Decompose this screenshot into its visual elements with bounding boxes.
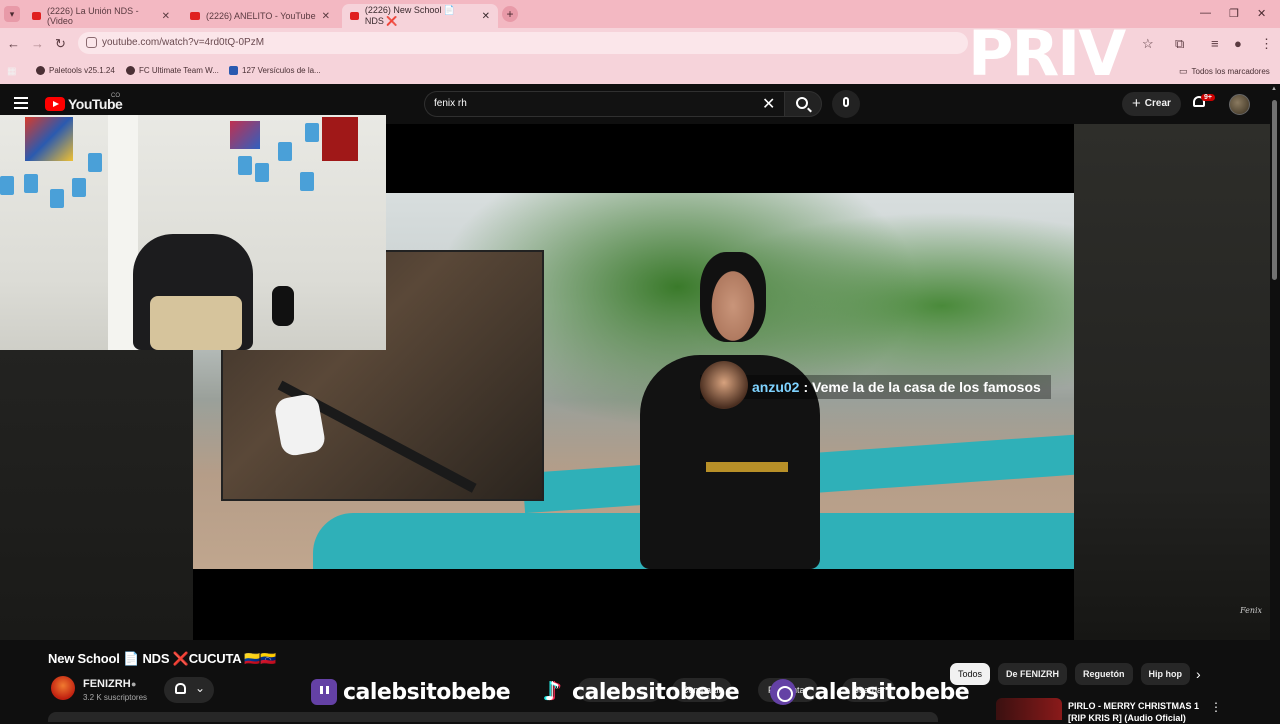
dancer-figure (700, 252, 766, 342)
clear-search-icon[interactable]: ✕ (762, 94, 775, 114)
country-code: CO (111, 93, 120, 99)
voice-search-button[interactable] (832, 90, 860, 118)
media-controls-icon[interactable]: ≡ (1211, 36, 1219, 51)
wall-card (278, 142, 292, 161)
browser-menu-icon[interactable]: ⋮ (1260, 36, 1273, 52)
bookmark-favicon-icon (229, 66, 238, 75)
wall-card (0, 176, 14, 195)
wall-card (238, 156, 252, 175)
channel-name[interactable]: FENIZRH (83, 678, 131, 690)
all-bookmarks-folder[interactable]: ▭ Todos los marcadores (1179, 66, 1270, 77)
channel-avatar[interactable] (51, 676, 75, 700)
bookmark-favicon-icon (36, 66, 45, 75)
apps-grid-icon[interactable]: ▦ (7, 66, 16, 77)
description-box[interactable] (48, 712, 938, 722)
wall-card (24, 174, 38, 193)
url-field[interactable]: youtube.com/watch?v=4rd0tQ-0PzM (78, 32, 968, 54)
chip-from-channel[interactable]: De FENIZRH (998, 663, 1068, 685)
bell-icon (175, 683, 186, 694)
priv-overlay-logo: PRIV (968, 17, 1126, 90)
close-tab-icon[interactable]: ✕ (482, 11, 490, 22)
browser-tab-1[interactable]: (2226) La Unión NDS - (Video ✕ (24, 4, 178, 28)
browser-tab-2[interactable]: (2226) ANELITO - YouTube ✕ (182, 4, 338, 28)
close-tab-icon[interactable]: ✕ (322, 11, 330, 22)
chair-cushion (150, 296, 242, 350)
wall-card (305, 123, 319, 142)
wall-card (300, 172, 314, 191)
tiktok-icon: ♪ (544, 677, 561, 707)
site-info-icon[interactable] (86, 37, 97, 48)
tab-title: (2226) New School 📄 NDS ❌ (364, 5, 456, 26)
bookmark-favicon-icon (126, 66, 135, 75)
chip-hip-hop[interactable]: Hip hop (1140, 663, 1191, 685)
chat-username: anzu02 (752, 379, 800, 395)
wall-card (50, 189, 64, 208)
hamburger-menu-icon[interactable] (14, 97, 28, 112)
tab-list-chevron-icon[interactable]: ▾ (4, 6, 20, 22)
youtube-play-icon (45, 97, 65, 111)
back-arrow-icon[interactable]: ← (7, 36, 20, 51)
plus-icon: + (1132, 95, 1141, 112)
chat-user-avatar (700, 361, 748, 409)
wall-poster (230, 121, 260, 149)
ambient-glow-right (1074, 124, 1280, 640)
bookmark-paletools[interactable]: Paletools v25.1.24 (36, 66, 115, 75)
wall-poster (25, 117, 73, 161)
microphone-icon (843, 97, 849, 107)
search-button[interactable] (784, 91, 822, 117)
wall-card (88, 153, 102, 172)
search-input[interactable]: fenix rh (424, 91, 784, 117)
more-options-icon[interactable]: ⋮ (1210, 700, 1222, 714)
twitch-icon (311, 679, 337, 705)
bookmark-versiculos[interactable]: 127 Versículos de la... (229, 66, 321, 75)
scrollbar-thumb[interactable] (1272, 100, 1277, 280)
new-tab-plus-icon[interactable]: + (502, 6, 518, 22)
close-tab-icon[interactable]: ✕ (162, 11, 170, 22)
bookmark-fc-ultimate[interactable]: FC Ultimate Team W... (126, 66, 219, 75)
tab-title: (2226) ANELITO - YouTube (206, 11, 316, 21)
social-kick: calebsitobebe (770, 679, 970, 705)
chevron-down-icon: ⌄ (195, 681, 206, 695)
create-button[interactable]: + Crear (1122, 92, 1181, 116)
search-icon (796, 97, 808, 109)
reload-icon[interactable]: ↻ (55, 36, 66, 52)
chip-reggaeton[interactable]: Reguetón (1075, 663, 1133, 685)
studio-microphone (272, 286, 294, 326)
scroll-up-arrow-icon[interactable]: ▲ (1271, 86, 1277, 92)
verified-check-icon: ● (131, 679, 137, 689)
url-text: youtube.com/watch?v=4rd0tQ-0PzM (102, 37, 265, 48)
wall-card (72, 178, 86, 197)
subscribed-notifications-button[interactable]: ⌄ (164, 677, 214, 703)
recommendation-title[interactable]: PIRLO - MERRY CHRISTMAS 1 [RIP KRIS R] (… (1068, 700, 1208, 724)
browser-tab-3-active[interactable]: (2226) New School 📄 NDS ❌ ✕ (342, 4, 498, 28)
video-title: New School 📄 NDS ❌CUCUTA 🇨🇴🇻🇪 (48, 651, 277, 666)
chat-message-overlay: anzu02 : Veme la de la casa de los famos… (700, 361, 1051, 409)
social-twitch: calebsitobebe (311, 679, 511, 705)
window-close-icon[interactable]: ✕ (1257, 7, 1266, 20)
account-avatar[interactable] (1229, 94, 1250, 115)
subscriber-count: 3.2 K suscriptores (83, 693, 148, 702)
video-watermark: Fenix (1240, 606, 1263, 615)
profile-icon[interactable]: ● (1234, 36, 1242, 51)
minimize-icon[interactable]: — (1200, 7, 1211, 19)
wall-card (255, 163, 269, 182)
chevron-right-icon[interactable]: › (1196, 666, 1201, 682)
youtube-favicon-icon (32, 12, 42, 20)
kick-icon (770, 679, 796, 705)
wall-poster (322, 117, 358, 161)
maximize-icon[interactable]: ❐ (1229, 7, 1239, 20)
dancer-belt (706, 462, 788, 472)
chat-message-text: : Veme la de la casa de los famosos (803, 379, 1041, 395)
tab-title: (2226) La Unión NDS - (Video (47, 6, 139, 26)
recommendation-thumbnail[interactable] (996, 698, 1062, 720)
social-tiktok: ♪ calebsitobebe (540, 677, 740, 707)
youtube-favicon-icon (350, 12, 359, 20)
youtube-favicon-icon (190, 12, 200, 20)
forward-arrow-icon[interactable]: → (31, 36, 44, 51)
related-filter-chips: Todos De FENIZRH Reguetón Hip hop (950, 663, 1191, 685)
notifications-badge: 9+ (1201, 94, 1215, 101)
